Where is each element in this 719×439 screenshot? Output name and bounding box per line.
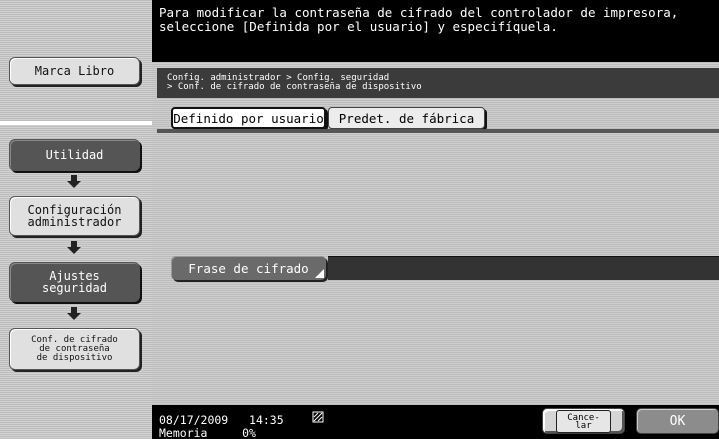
status-bar: 08/17/2009 14:35 Memoria 0% Cance-lar OK bbox=[152, 405, 719, 439]
tab-label: Predet. de fábrica bbox=[338, 110, 475, 126]
sidebar-step-utilidad[interactable]: Utilidad bbox=[9, 139, 140, 171]
ok-button[interactable]: OK bbox=[636, 408, 719, 434]
tab-underline bbox=[157, 129, 719, 133]
sidebar-step-label: Conf. de cifrado de contraseña de disposit… bbox=[31, 335, 118, 363]
memory-status: Memoria 0% bbox=[159, 427, 256, 439]
label-line: de dispositivo bbox=[36, 352, 113, 363]
breadcrumb: Config. administrador > Config. segurida… bbox=[157, 68, 719, 98]
status-time: 14:35 bbox=[249, 413, 284, 427]
passphrase-button[interactable]: Frase de cifrado bbox=[171, 256, 326, 280]
sidebar-step-label: Utilidad bbox=[45, 148, 104, 162]
breadcrumb-line: > Conf. de cifrado de contraseña de disp… bbox=[167, 82, 422, 92]
sidebar-step-configuracion-administrador[interactable]: Configuración administrador bbox=[9, 196, 140, 236]
memory-value: 0% bbox=[242, 426, 256, 439]
header-message: Para modificar la contraseña de cifrado … bbox=[152, 0, 719, 62]
printer-panel-screen: Marca Libro Utilidad Configuración admini… bbox=[0, 0, 719, 439]
down-arrow-icon bbox=[66, 307, 82, 321]
cancel-label: Cance-lar bbox=[556, 409, 611, 433]
message-line: seleccione [Definida por el usuario] y e… bbox=[159, 19, 558, 34]
cancel-button[interactable]: Cance-lar bbox=[542, 408, 625, 434]
tab-predet-de-fabrica[interactable]: Predet. de fábrica bbox=[328, 107, 485, 129]
sidebar-step-ajustes-seguridad[interactable]: Ajustes seguridad bbox=[9, 262, 140, 302]
passphrase-label: Frase de cifrado bbox=[188, 260, 309, 276]
ok-label: OK bbox=[669, 413, 686, 429]
sidebar-step-label: Configuración administrador bbox=[28, 204, 122, 228]
status-date: 08/17/2009 bbox=[159, 413, 229, 427]
sidebar: Marca Libro Utilidad Configuración admini… bbox=[0, 0, 152, 439]
down-arrow-icon bbox=[66, 175, 82, 189]
label-line: seguridad bbox=[41, 281, 108, 295]
sidebar-step-conf-cifrado[interactable]: Conf. de cifrado de contraseña de disposit… bbox=[9, 328, 140, 370]
bookmark-label: Marca Libro bbox=[34, 64, 115, 78]
message-line: Para modificar la contraseña de cifrado … bbox=[159, 5, 679, 20]
memory-label: Memoria bbox=[159, 426, 208, 439]
label-line: administrador bbox=[27, 215, 122, 229]
label-line: lar bbox=[575, 420, 592, 431]
sidebar-step-label: Ajustes seguridad bbox=[42, 270, 107, 294]
corner-indicator-icon bbox=[315, 269, 324, 278]
bookmark-button[interactable]: Marca Libro bbox=[9, 57, 140, 85]
tab-label: Definido por usuario bbox=[173, 110, 324, 126]
sidebar-divider bbox=[0, 121, 152, 125]
datetime: 08/17/2009 14:35 bbox=[159, 414, 284, 426]
tab-definido-por-usuario[interactable]: Definido por usuario bbox=[171, 107, 326, 129]
passphrase-value-field bbox=[328, 256, 719, 280]
toner-icon bbox=[312, 408, 324, 423]
down-arrow-icon bbox=[66, 241, 82, 255]
